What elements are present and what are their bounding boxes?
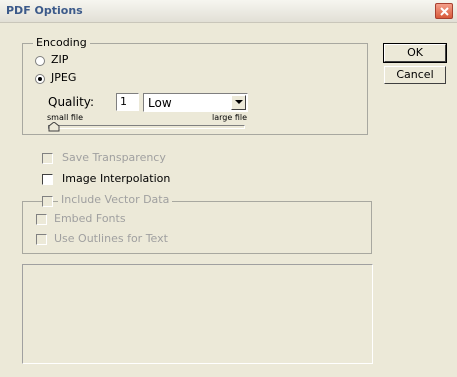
- encoding-legend: Encoding: [33, 36, 90, 49]
- cancel-button[interactable]: Cancel: [384, 66, 446, 84]
- image-interpolation-label[interactable]: Image Interpolation: [62, 172, 170, 185]
- save-transparency-checkbox[interactable]: [42, 153, 53, 164]
- zip-label[interactable]: ZIP: [51, 53, 68, 66]
- jpeg-radio[interactable]: [35, 74, 45, 84]
- include-vector-data-checkbox[interactable]: [42, 196, 53, 207]
- quality-slider-thumb[interactable]: [48, 121, 60, 135]
- save-transparency-label[interactable]: Save Transparency: [62, 151, 166, 164]
- chevron-down-icon: [235, 100, 243, 104]
- slider-thumb-icon: [48, 121, 60, 132]
- embed-fonts-checkbox[interactable]: [36, 214, 47, 225]
- title-bar[interactable]: PDF Options: [0, 0, 457, 23]
- vector-data-group: [22, 201, 372, 254]
- ok-button[interactable]: OK: [383, 43, 447, 63]
- jpeg-label[interactable]: JPEG: [51, 71, 76, 84]
- preview-area: [22, 264, 373, 364]
- use-outlines-label[interactable]: Use Outlines for Text: [54, 232, 168, 245]
- use-outlines-checkbox[interactable]: [36, 234, 47, 245]
- quality-select-value: Low: [148, 96, 172, 110]
- quality-input[interactable]: 1: [116, 93, 139, 111]
- quality-slider-track[interactable]: [48, 125, 245, 129]
- zip-radio[interactable]: [35, 56, 45, 66]
- embed-fonts-label[interactable]: Embed Fonts: [54, 212, 126, 225]
- slider-max-label: large file: [212, 113, 247, 122]
- slider-min-label: small file: [47, 113, 84, 122]
- close-icon: [440, 7, 449, 16]
- quality-select-arrow[interactable]: [231, 95, 246, 110]
- pdf-options-dialog: PDF Options Encoding ZIP JPEG Quality: 1…: [0, 0, 457, 377]
- include-vector-data-label[interactable]: Include Vector Data: [58, 193, 173, 206]
- quality-label: Quality:: [48, 95, 95, 109]
- image-interpolation-checkbox[interactable]: [42, 174, 53, 185]
- quality-select[interactable]: Low: [143, 93, 248, 112]
- dialog-title: PDF Options: [6, 4, 83, 17]
- close-button[interactable]: [435, 3, 453, 19]
